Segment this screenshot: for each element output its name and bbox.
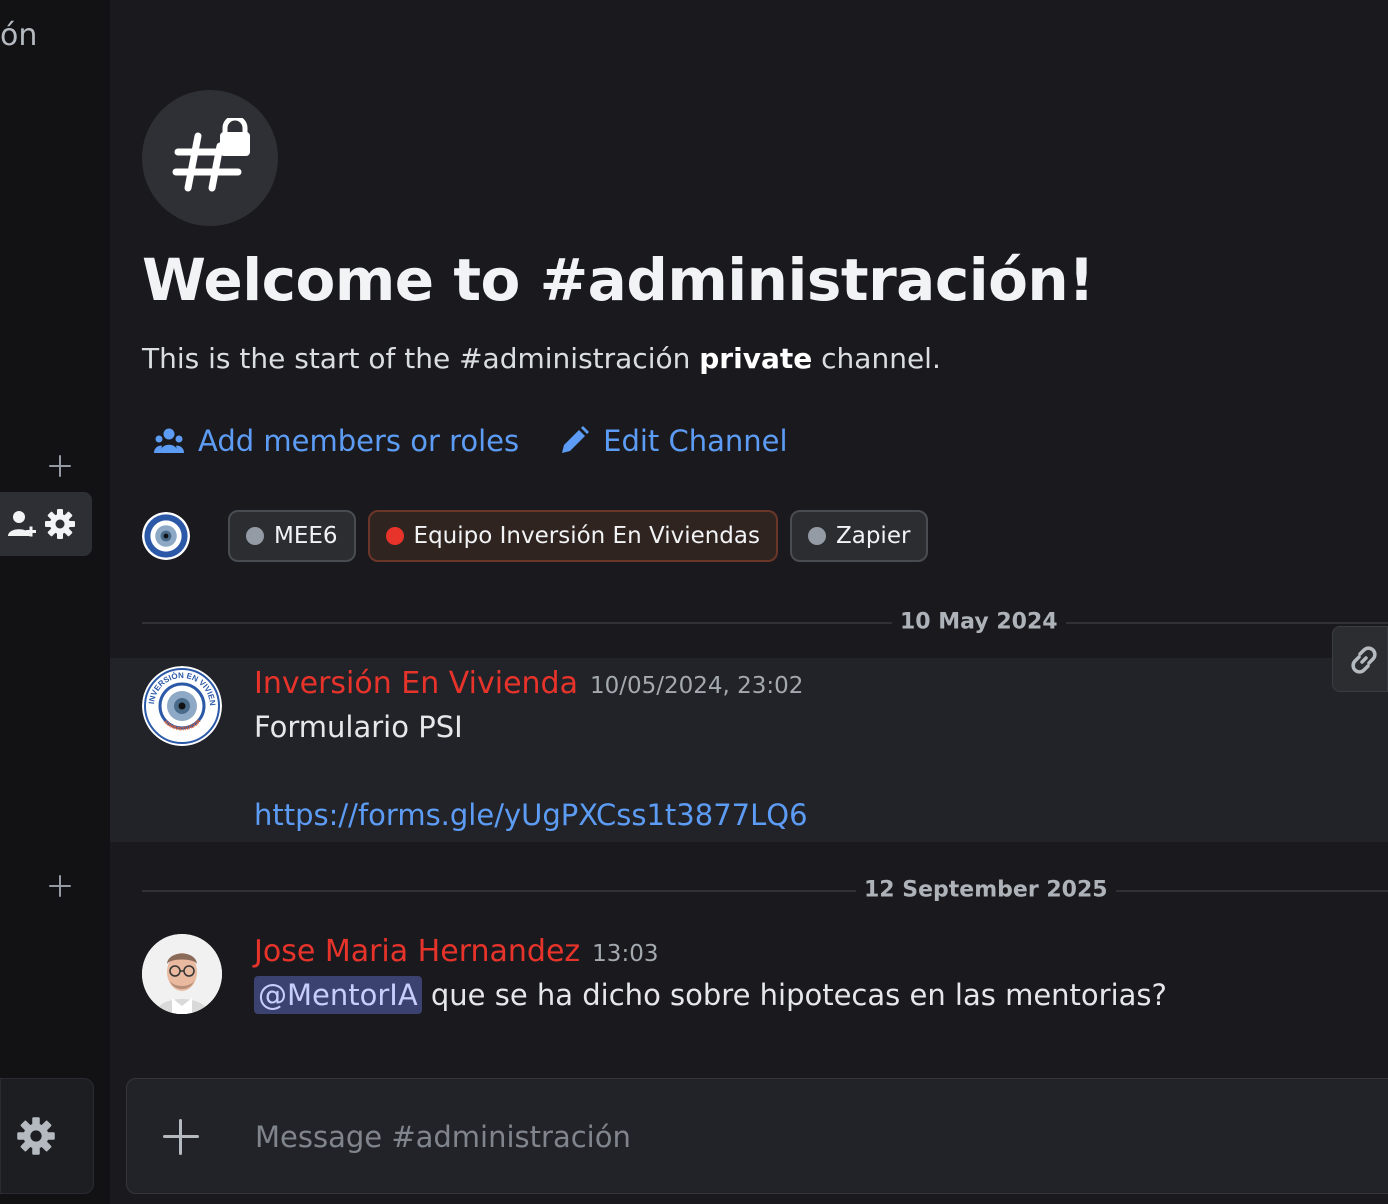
message-text: Formulario PSI xyxy=(254,710,463,744)
date-divider: 10 May 2024 xyxy=(142,609,1388,635)
add-channel-plus-icon[interactable] xyxy=(46,452,74,480)
message-item-2[interactable]: Jose Maria Hernandez 13:03 @MentorIA que … xyxy=(110,924,1388,1034)
link-icon xyxy=(1351,646,1377,674)
role-pill-mee6[interactable]: MEE6 xyxy=(228,510,356,562)
invite-members-icon[interactable] xyxy=(6,508,36,540)
welcome-title: Welcome to #administración! xyxy=(142,246,1095,314)
role-label: MEE6 xyxy=(274,523,338,549)
private-hashtag-lock-icon xyxy=(172,118,250,192)
add-members-label: Add members or roles xyxy=(198,424,520,458)
edit-channel-button[interactable]: Edit Channel xyxy=(559,424,788,458)
author-name[interactable]: Inversión En Vivienda xyxy=(254,666,578,701)
role-label: Zapier xyxy=(835,523,911,549)
message-timestamp[interactable]: 10/05/2024, 23:02 xyxy=(590,673,803,699)
role-dot-icon xyxy=(246,527,264,545)
author-name[interactable]: Jose Maria Hernandez xyxy=(254,934,580,969)
welcome-sub-prefix: This is the start of the #administración xyxy=(142,342,700,375)
private-channel-avatar xyxy=(142,90,278,226)
welcome-sub-bold: private xyxy=(699,342,813,375)
user-settings-gear-icon[interactable] xyxy=(16,1116,56,1156)
active-channel-item[interactable] xyxy=(0,492,92,556)
attach-plus-icon[interactable] xyxy=(163,1119,199,1155)
date-divider-2: 12 September 2025 xyxy=(142,877,1388,903)
copy-link-button[interactable] xyxy=(1332,626,1388,692)
message-timestamp[interactable]: 13:03 xyxy=(592,941,658,967)
message-body: que se ha dicho sobre hipotecas en las m… xyxy=(421,978,1167,1012)
chat-main: Welcome to #administración! This is the … xyxy=(110,0,1388,1204)
welcome-sub-suffix: channel. xyxy=(812,342,941,375)
add-members-button[interactable]: Add members or roles xyxy=(154,424,519,458)
author-avatar-2[interactable] xyxy=(142,934,222,1014)
channel-settings-gear-icon[interactable] xyxy=(44,508,76,540)
message-item[interactable]: INVERSIÓN EN VIVIENDA ADMINISTRADOR Inve… xyxy=(110,658,1388,842)
edit-channel-label: Edit Channel xyxy=(603,424,788,458)
role-label: Equipo Inversión En Viviendas xyxy=(413,523,760,549)
message-link[interactable]: https://forms.gle/yUgPXCss1t3877LQ6 xyxy=(254,798,808,832)
role-dot-icon xyxy=(807,527,826,545)
channel-members-row: MEE6 Equipo Inversión En Viviendas Zapie… xyxy=(142,510,929,562)
user-mention[interactable]: @MentorIA xyxy=(254,976,422,1014)
channel-name-fragment[interactable]: ón xyxy=(0,18,37,53)
message-author-line-2: Jose Maria Hernandez 13:03 xyxy=(254,934,658,969)
message-author-line: Inversión En Vivienda 10/05/2024, 23:02 xyxy=(254,666,803,701)
role-dot-icon xyxy=(385,527,404,545)
user-settings-panel xyxy=(0,1078,94,1194)
members-icon xyxy=(154,428,184,453)
message-input[interactable] xyxy=(255,1115,1255,1159)
role-pill-zapier[interactable]: Zapier xyxy=(789,510,929,562)
role-pill-equipo[interactable]: Equipo Inversión En Viviendas xyxy=(367,510,778,562)
channel-actions: Add members or roles Edit Channel xyxy=(154,424,788,458)
date-divider-label: 10 May 2024 xyxy=(892,609,1066,635)
message-composer xyxy=(126,1078,1388,1194)
pencil-icon xyxy=(562,426,590,453)
author-avatar[interactable]: INVERSIÓN EN VIVIENDA ADMINISTRADOR xyxy=(142,666,222,746)
date-divider-label: 12 September 2025 xyxy=(856,877,1116,903)
message-text-2: @MentorIA que se ha dicho sobre hipoteca… xyxy=(254,976,1167,1014)
add-channel-plus-icon-2[interactable] xyxy=(46,872,74,900)
member-avatar-logo[interactable] xyxy=(142,512,190,560)
channel-sidebar: ón xyxy=(0,0,110,1204)
welcome-subtitle: This is the start of the #administración… xyxy=(142,342,941,375)
